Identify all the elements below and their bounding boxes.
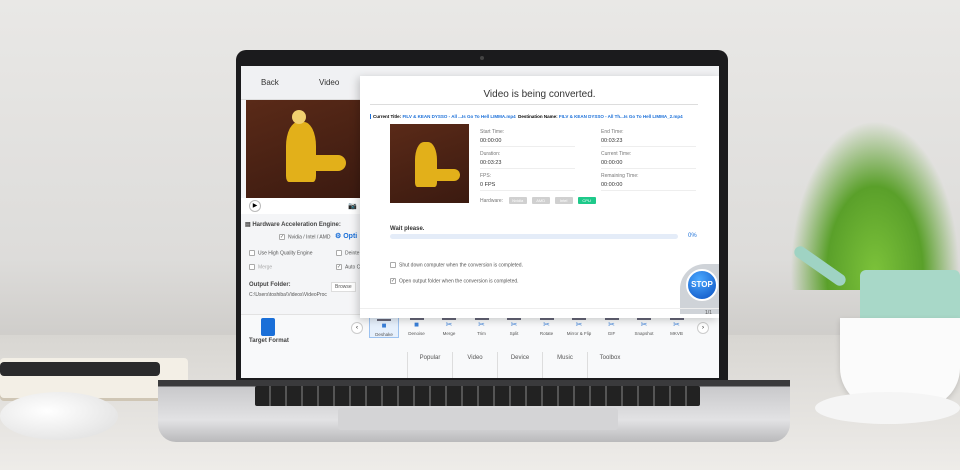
tool-rotate[interactable]: ✂ Rotate [532, 316, 562, 336]
tool-label: Split [509, 331, 519, 336]
wait-label: Wait please. [390, 226, 425, 232]
high-quality-checkbox[interactable]: Use High Quality Engine [249, 250, 312, 256]
field-label: FPS: [480, 173, 492, 179]
tool-label: Mirror & Flip [566, 331, 592, 336]
back-button[interactable]: Back [261, 78, 279, 87]
tool-merge[interactable]: ✂ Merge [434, 316, 464, 336]
tool-mirror-flip[interactable]: ✂ Mirror & Flip [564, 316, 594, 336]
trackpad [338, 408, 618, 430]
tool-denoise[interactable]: ■ Denoise [402, 316, 432, 336]
tool-icon: ✂ [539, 318, 554, 329]
video-preview [246, 100, 360, 198]
progress-text: 0% [688, 233, 697, 239]
field-fps: FPS: 0 FPS [480, 173, 575, 191]
tool-label: Deshake [375, 332, 393, 337]
video-tab[interactable]: Video [319, 78, 339, 87]
field-value: 0 FPS [480, 182, 496, 188]
tool-mkvb[interactable]: ✂ MKVB [662, 316, 692, 336]
field-value: 00:00:00 [601, 160, 623, 166]
play-button[interactable]: ▶ [249, 200, 261, 212]
hardware-amd[interactable]: AMD [531, 197, 550, 204]
tool-icon: ✂ [669, 318, 684, 329]
tool-label: MKVB [670, 331, 683, 336]
conversion-dialog: Video is being converted. Current Title:… [360, 76, 719, 318]
auto-checkbox[interactable]: ✓ Auto C [336, 264, 360, 270]
tab-music[interactable]: Music [542, 352, 587, 378]
scroll-left-button[interactable]: ‹ [351, 322, 363, 334]
output-path: C:\Users\toshiba\Videos\VideoProc [249, 292, 327, 298]
tool-label: Denoise [408, 331, 425, 336]
tab-device[interactable]: Device [497, 352, 542, 378]
tool-label: Rotate [539, 331, 554, 336]
hardware-row: Hardware: Nvidia AMD Intel CPU [480, 197, 601, 204]
hardware-cpu[interactable]: CPU [577, 197, 596, 204]
stop-button[interactable]: STOP [686, 269, 718, 301]
title-line: Current Title: FILV & KEAN DYSSO - All .… [370, 114, 683, 119]
field-label: Duration: [480, 151, 501, 157]
field-value: 00:00:00 [480, 138, 502, 144]
tool-icon: ✂ [474, 318, 489, 329]
field-value: 00:03:23 [601, 138, 623, 144]
tab-popular[interactable]: Popular [407, 352, 452, 378]
tool-label: Trim [477, 331, 486, 336]
tool-deshake[interactable]: ■ Deshake [369, 316, 399, 338]
hardware-intel[interactable]: Intel [554, 197, 573, 204]
category-tabs: Popular Video Device Music Toolbox [407, 352, 687, 378]
phone [0, 362, 160, 376]
field-duration: Duration: 00:03:23 [480, 151, 575, 169]
field-label: Remaining Time: [601, 173, 639, 179]
saucer [815, 392, 960, 424]
tool-icon: ✂ [442, 318, 456, 329]
camera-icon[interactable]: 📷 [348, 202, 357, 210]
tool-icon: ■ [409, 318, 424, 329]
tab-video[interactable]: Video [452, 352, 497, 378]
tool-icon: ■ [377, 319, 391, 330]
tool-icon: ✂ [507, 318, 521, 329]
tool-trim[interactable]: ✂ Trim [467, 316, 497, 336]
tool-icon: ✂ [572, 318, 586, 329]
webcam [480, 56, 484, 60]
keyboard [255, 386, 700, 406]
deinterlace-checkbox[interactable]: Deinte [336, 250, 359, 256]
field-label: Current Time: [601, 151, 632, 157]
conversion-thumbnail [390, 124, 469, 203]
merge-checkbox[interactable]: Merge [249, 264, 272, 270]
tool-icon: ✂ [637, 318, 651, 329]
field-start-time: Start Time: 00:00:00 [480, 129, 575, 147]
open-folder-checkbox[interactable]: ✓ Open output folder when the conversion … [390, 278, 519, 284]
tool-gif[interactable]: ✂ GIF [597, 316, 627, 336]
field-label: End Time: [601, 129, 624, 135]
field-label: Start Time: [480, 129, 505, 135]
page-indicator: 1/1 [705, 310, 712, 316]
field-end-time: End Time: 00:03:23 [601, 129, 696, 147]
browse-button[interactable]: Browse [331, 282, 356, 292]
field-current-time: Current Time: 00:00:00 [601, 151, 696, 169]
hw-option[interactable]: ✓ Nvidia / Intel / AMD [279, 234, 331, 240]
options-button[interactable]: ⚙ Opti [335, 232, 357, 240]
tool-label: Merge [442, 331, 456, 336]
tab-toolbox[interactable]: Toolbox [587, 352, 632, 378]
app-screen: Back Video ▶ 📷 ▤ Hardware Acceleration E… [241, 66, 719, 378]
hw-engine-label: ▤ Hardware Acceleration Engine: [245, 222, 341, 228]
field-value: 00:00:00 [601, 182, 623, 188]
target-format-icon[interactable] [261, 318, 275, 336]
tool-icon: ✂ [604, 318, 619, 329]
tool-label: Snapshot [634, 331, 654, 336]
field-remaining-time: Remaining Time: 00:00:00 [601, 173, 696, 191]
output-folder-label: Output Folder: [249, 282, 291, 288]
progress-bar [390, 234, 678, 239]
shutdown-checkbox[interactable]: Shut down computer when the conversion i… [390, 262, 523, 268]
tool-split[interactable]: ✂ Split [499, 316, 529, 336]
field-value: 00:03:23 [480, 160, 502, 166]
gear-icon: ⚙ [335, 233, 344, 240]
tool-snapshot[interactable]: ✂ Snapshot [629, 316, 659, 336]
toolbox-tools: ■ Deshake ■ Denoise ✂ Merge ✂ Trim ✂ Split ✂ Rotate… [369, 316, 699, 346]
dialog-title: Video is being converted. [483, 89, 596, 100]
target-format-label: Target Format [249, 338, 289, 344]
hardware-nvidia[interactable]: Nvidia [508, 197, 527, 204]
tool-label: GIF [607, 331, 616, 336]
mouse [0, 392, 118, 440]
